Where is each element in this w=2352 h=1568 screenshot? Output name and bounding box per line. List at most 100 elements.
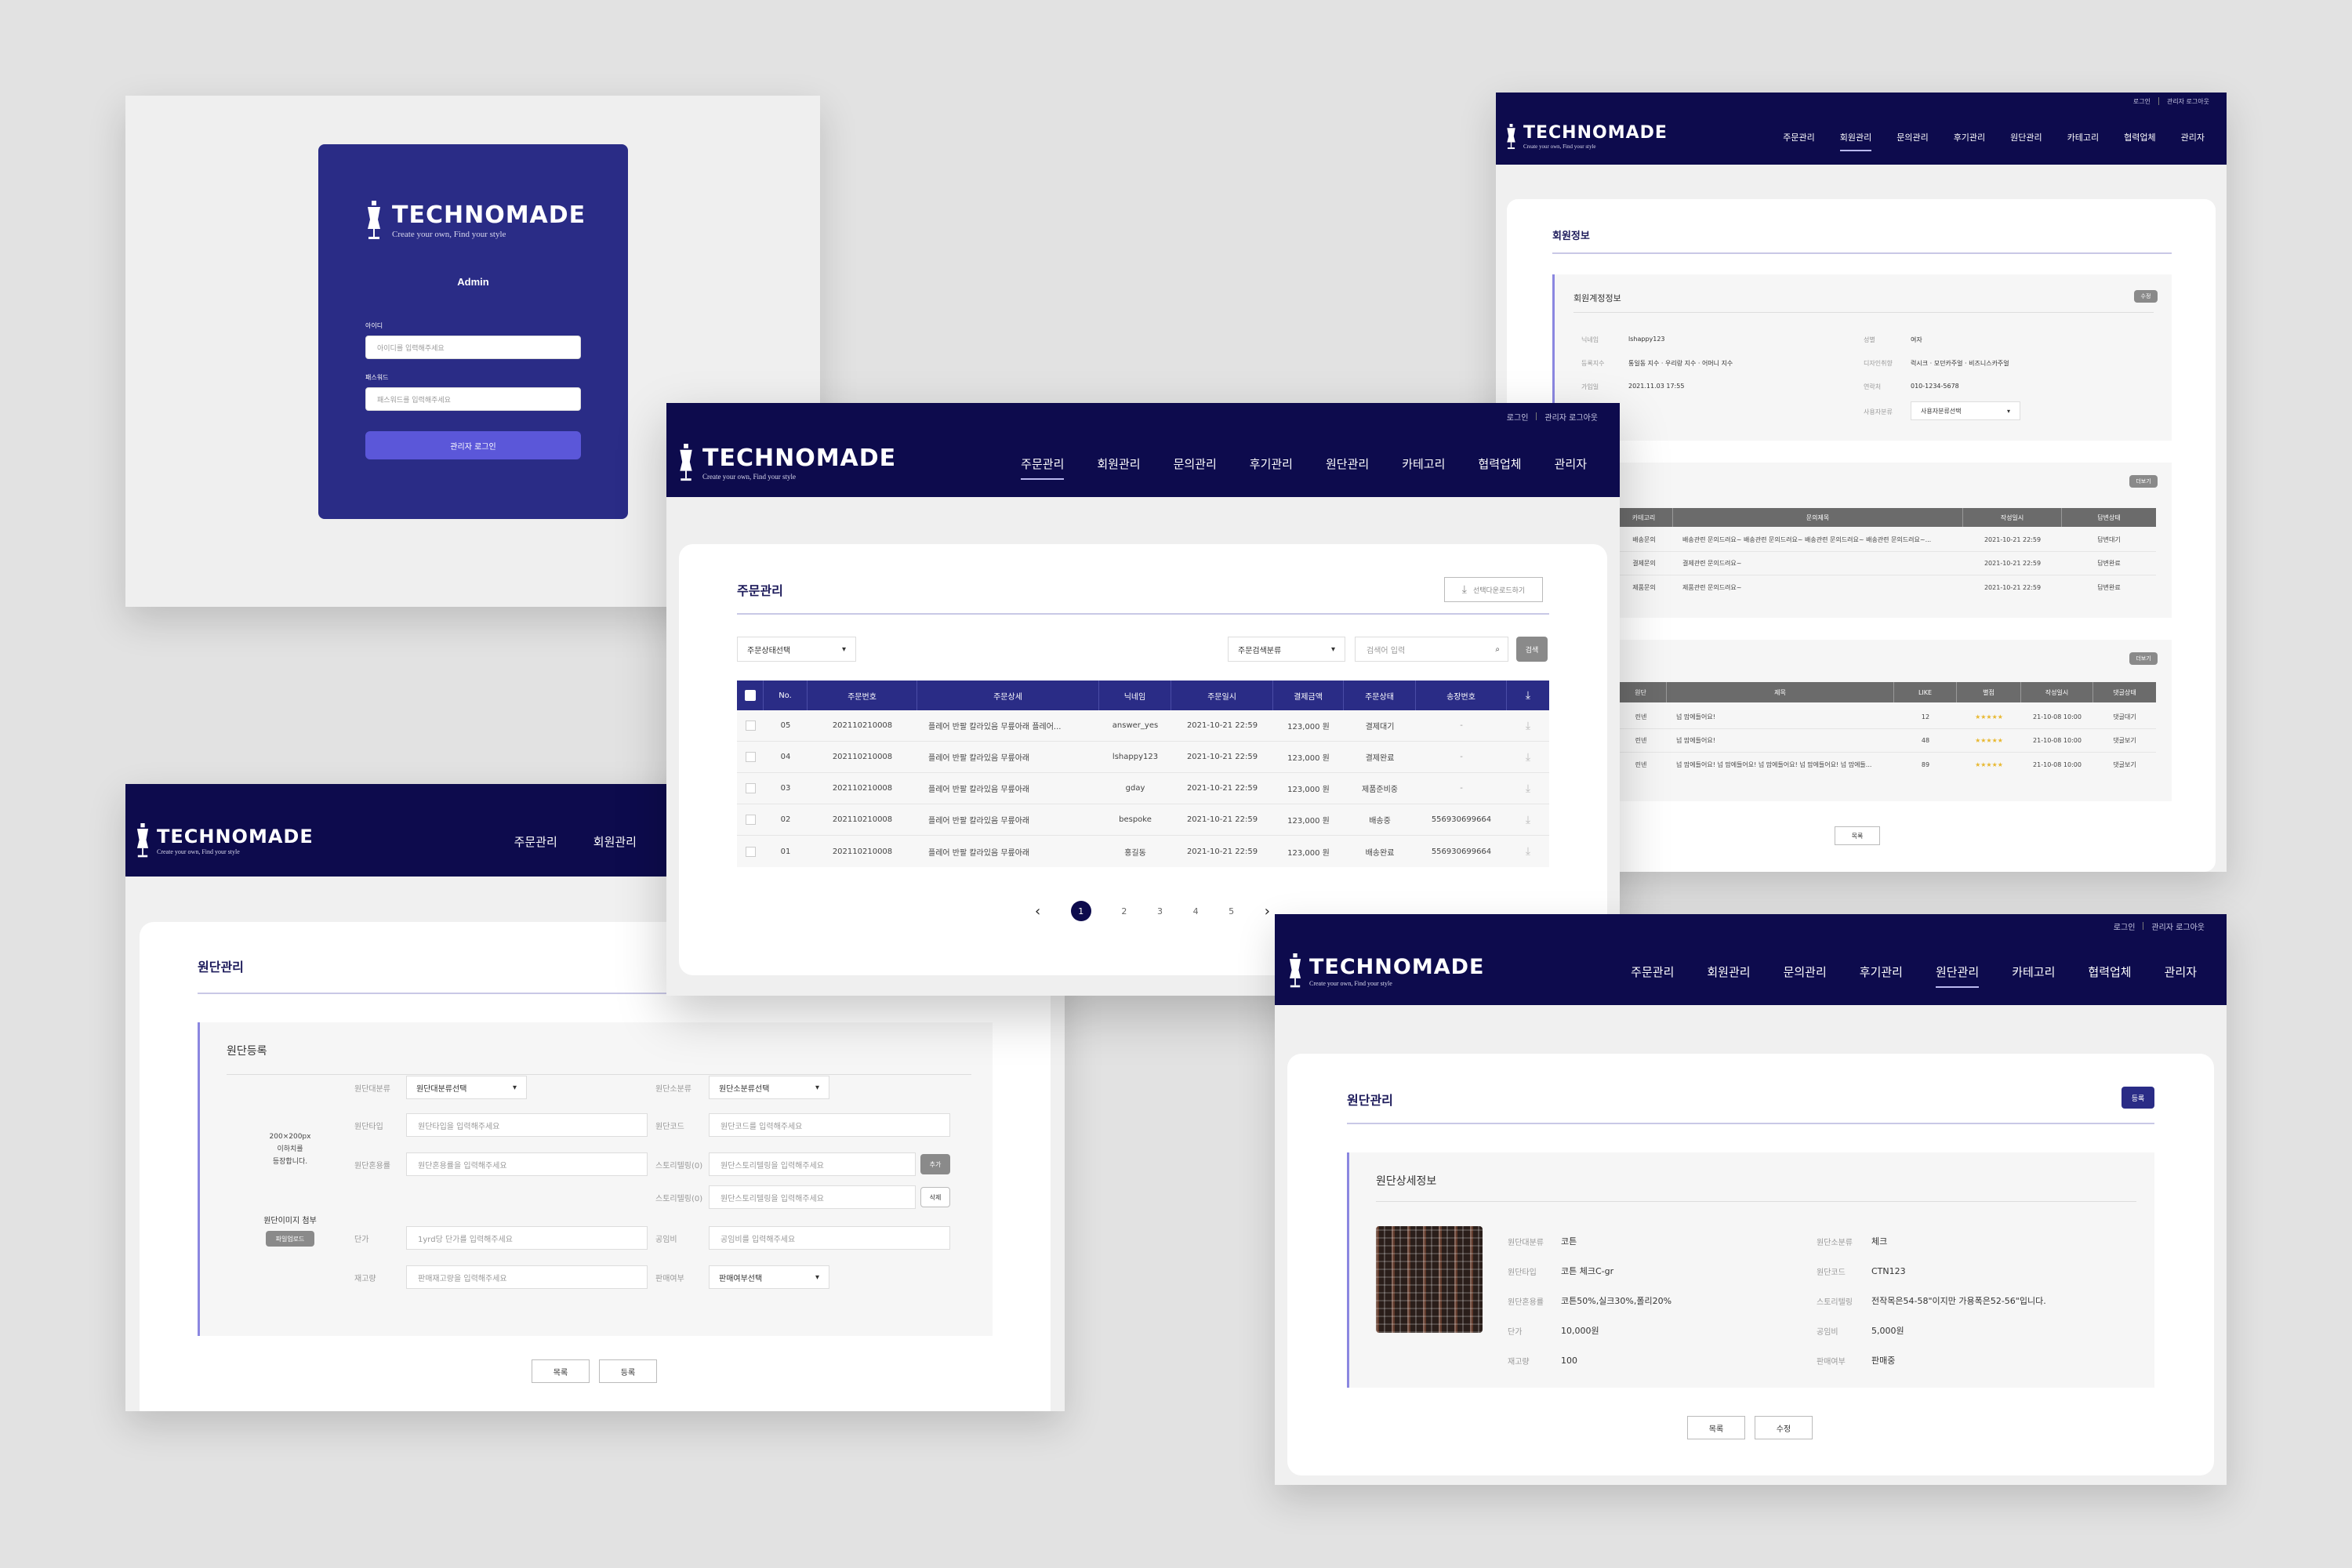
menu-orders[interactable]: 주문관리: [1783, 131, 1814, 143]
table-row[interactable]: 결제문의 결제관련 문의드려요~ 2021-10-21 22:59 답변완료: [1615, 552, 2156, 575]
table-row[interactable]: 린넨 넘 맘에들어요! 넘 맘에들어요! 넘 맘에들어요! 넘 맘에들어요! 넘…: [1615, 753, 2156, 776]
select-all-checkbox[interactable]: [737, 681, 764, 710]
fabric-type-input[interactable]: 원단타입을 입력해주세요: [406, 1113, 648, 1137]
fabric-code-input[interactable]: 원단코드를 입력해주세요: [709, 1113, 950, 1137]
page-4[interactable]: 4: [1193, 906, 1199, 916]
id-input[interactable]: 아이디를 입력해주세요: [365, 336, 581, 359]
page-1[interactable]: 1: [1070, 901, 1091, 921]
menu-reviews[interactable]: 후기관리: [1860, 964, 1903, 980]
table-row[interactable]: 제품문의 제품관련 문의드려요~ 2021-10-21 22:59 답변완료: [1615, 575, 2156, 599]
admin-login-button[interactable]: 관리자 로그인: [365, 431, 581, 459]
menu-partners[interactable]: 협력업체: [1478, 456, 1521, 472]
list-button[interactable]: 목록: [1835, 826, 1880, 845]
menu-categories[interactable]: 카테고리: [1402, 456, 1445, 472]
login-link[interactable]: 로그인: [2133, 97, 2151, 106]
fabric-major-select[interactable]: 원단대분류선택 ▾: [406, 1076, 527, 1099]
table-row[interactable]: 04 202110210008 플레어 반팔 칼라있음 무릎아래 lshappy…: [737, 742, 1549, 773]
row-checkbox[interactable]: [737, 783, 764, 793]
menu-admins[interactable]: 관리자: [2181, 131, 2205, 143]
labor-cost-input[interactable]: 공임비를 입력해주세요: [709, 1226, 950, 1250]
download-selected-button[interactable]: ⤓ 선택다운로드하기: [1444, 577, 1543, 602]
list-button[interactable]: 목록: [532, 1359, 590, 1383]
menu-inquiries[interactable]: 문의관리: [1174, 456, 1217, 472]
list-button[interactable]: 목록: [1687, 1416, 1745, 1439]
table-row[interactable]: 배송문의 배송관련 문의드려요~ 배송관련 문의드려요~ 배송관련 문의드려요~…: [1615, 528, 2156, 552]
storytelling-input[interactable]: 원단스토리텔링을 입력해주세요: [709, 1152, 916, 1176]
row-download-icon[interactable]: ⤓: [1507, 845, 1549, 858]
menu-partners[interactable]: 협력업체: [2088, 964, 2131, 980]
page-3[interactable]: 3: [1157, 906, 1163, 916]
row-checkbox[interactable]: [737, 846, 764, 857]
table-row[interactable]: 린넨 넘 맘에들어요! 48 ★★★★★ 21-10-08 10:00 댓글보기: [1615, 729, 2156, 753]
table-row[interactable]: 05 202110210008 플레어 반팔 칼라있음 무릎아래 플레어... …: [737, 710, 1549, 742]
table-row[interactable]: 02 202110210008 플레어 반팔 칼라있음 무릎아래 bespoke…: [737, 804, 1549, 836]
download-all-icon[interactable]: ⤓: [1507, 681, 1549, 710]
order-search-input[interactable]: 검색어 입력 ⌕: [1355, 637, 1508, 662]
brand-logo[interactable]: TECHNOMADE Create your own, Find your sty…: [135, 823, 314, 859]
register-button[interactable]: 등록: [2122, 1087, 2154, 1109]
order-status-select[interactable]: 주문상태선택 ▾: [737, 637, 856, 662]
login-link[interactable]: 로그인: [1507, 411, 1529, 423]
table-row[interactable]: 린넨 넘 맘에들어요! 12 ★★★★★ 21-10-08 10:00 댓글대기: [1615, 706, 2156, 729]
search-icon[interactable]: ⌕: [1495, 645, 1500, 654]
admin-logout-link[interactable]: 관리자 로그아웃: [1544, 411, 1598, 423]
menu-admins[interactable]: 관리자: [2165, 964, 2197, 980]
table-row[interactable]: 01 202110210008 플레어 반팔 칼라있음 무릎아래 홍길동 202…: [737, 836, 1549, 867]
chevron-left-icon[interactable]: ‹: [1035, 903, 1040, 920]
row-download-icon[interactable]: ⤓: [1507, 782, 1549, 795]
menu-categories[interactable]: 카테고리: [2012, 964, 2055, 980]
menu-members[interactable]: 회원관리: [1097, 456, 1140, 472]
delete-storytelling-button[interactable]: 삭제: [920, 1187, 950, 1207]
row-checkbox[interactable]: [737, 815, 764, 825]
blend-ratio-input[interactable]: 원단혼용률을 입력해주세요: [406, 1152, 648, 1176]
storytelling-input-2[interactable]: 원단스토리텔링을 입력해주세요: [709, 1185, 916, 1209]
brand-logo[interactable]: TECHNOMADE Create your own, Find your sty…: [1287, 953, 1484, 989]
menu-members[interactable]: 회원관리: [1707, 964, 1750, 980]
inquiry-more-button[interactable]: 더보기: [2129, 475, 2158, 488]
field-label: 원단대분류: [354, 1085, 390, 1094]
add-storytelling-button[interactable]: 추가: [920, 1154, 950, 1174]
row-download-icon[interactable]: ⤓: [1507, 751, 1549, 764]
row-download-icon[interactable]: ⤓: [1507, 720, 1549, 732]
menu-fabrics[interactable]: 원단관리: [1935, 964, 1980, 988]
page-5[interactable]: 5: [1229, 906, 1234, 916]
file-upload-button[interactable]: 파일업로드: [266, 1231, 314, 1247]
menu-reviews[interactable]: 후기관리: [1250, 456, 1293, 472]
brand-logo[interactable]: TECHNOMADE Create your own, Find your sty…: [677, 444, 896, 483]
edit-button[interactable]: 수정: [1755, 1416, 1813, 1439]
menu-fabrics[interactable]: 원단관리: [2010, 131, 2042, 143]
search-button[interactable]: 검색: [1516, 637, 1548, 662]
login-link[interactable]: 로그인: [2114, 920, 2136, 932]
menu-orders[interactable]: 주문관리: [1631, 964, 1674, 980]
row-checkbox[interactable]: [737, 752, 764, 762]
menu-members[interactable]: 회원관리: [593, 833, 637, 850]
menu-inquiries[interactable]: 문의관리: [1784, 964, 1827, 980]
row-checkbox[interactable]: [737, 720, 764, 731]
admin-logout-link[interactable]: 관리자 로그아웃: [2167, 97, 2209, 106]
menu-reviews[interactable]: 후기관리: [1954, 131, 1985, 143]
table-row[interactable]: 03 202110210008 플레어 반팔 칼라있음 무릎아래 gday 20…: [737, 773, 1549, 804]
stock-input[interactable]: 판매재고량을 입력해주세요: [406, 1265, 648, 1289]
row-download-icon[interactable]: ⤓: [1507, 814, 1549, 826]
password-input[interactable]: 패스워드를 입력해주세요: [365, 387, 581, 411]
menu-orders[interactable]: 주문관리: [1021, 456, 1065, 480]
chevron-right-icon[interactable]: ›: [1265, 903, 1270, 920]
user-type-select[interactable]: 사용자분류선택 ▾: [1911, 401, 2020, 420]
menu-inquiries[interactable]: 문의관리: [1896, 131, 1928, 143]
fabric-minor-select[interactable]: 원단소분류선택 ▾: [709, 1076, 829, 1099]
brand-logo[interactable]: TECHNOMADE Create your own, Find your sty…: [1505, 124, 1668, 151]
menu-partners[interactable]: 협력업체: [2124, 131, 2155, 143]
order-search-category-select[interactable]: 주문검색분류 ▾: [1228, 637, 1345, 662]
menu-categories[interactable]: 카테고리: [2067, 131, 2099, 143]
review-more-button[interactable]: 더보기: [2129, 652, 2158, 665]
edit-button[interactable]: 수정: [2134, 290, 2158, 303]
unit-price-input[interactable]: 1yrd당 단가를 입력해주세요: [406, 1226, 648, 1250]
page-2[interactable]: 2: [1121, 906, 1127, 916]
admin-logout-link[interactable]: 관리자 로그아웃: [2151, 920, 2205, 932]
sale-status-select[interactable]: 판매여부선택 ▾: [709, 1265, 829, 1289]
menu-fabrics[interactable]: 원단관리: [1326, 456, 1369, 472]
menu-members[interactable]: 회원관리: [1839, 131, 1872, 151]
menu-admins[interactable]: 관리자: [1555, 456, 1587, 472]
menu-orders[interactable]: 주문관리: [514, 833, 557, 850]
register-button[interactable]: 등록: [599, 1359, 657, 1383]
